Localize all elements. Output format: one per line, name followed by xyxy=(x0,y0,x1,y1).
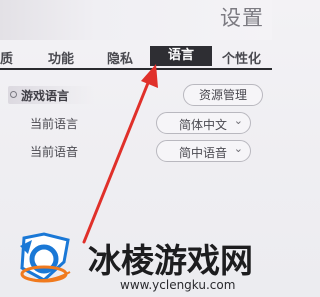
brand-logo-icon xyxy=(20,232,71,283)
watermark-url: www.yclengku.com xyxy=(120,278,236,292)
watermark-brand: 冰棱游戏网 xyxy=(88,241,253,280)
